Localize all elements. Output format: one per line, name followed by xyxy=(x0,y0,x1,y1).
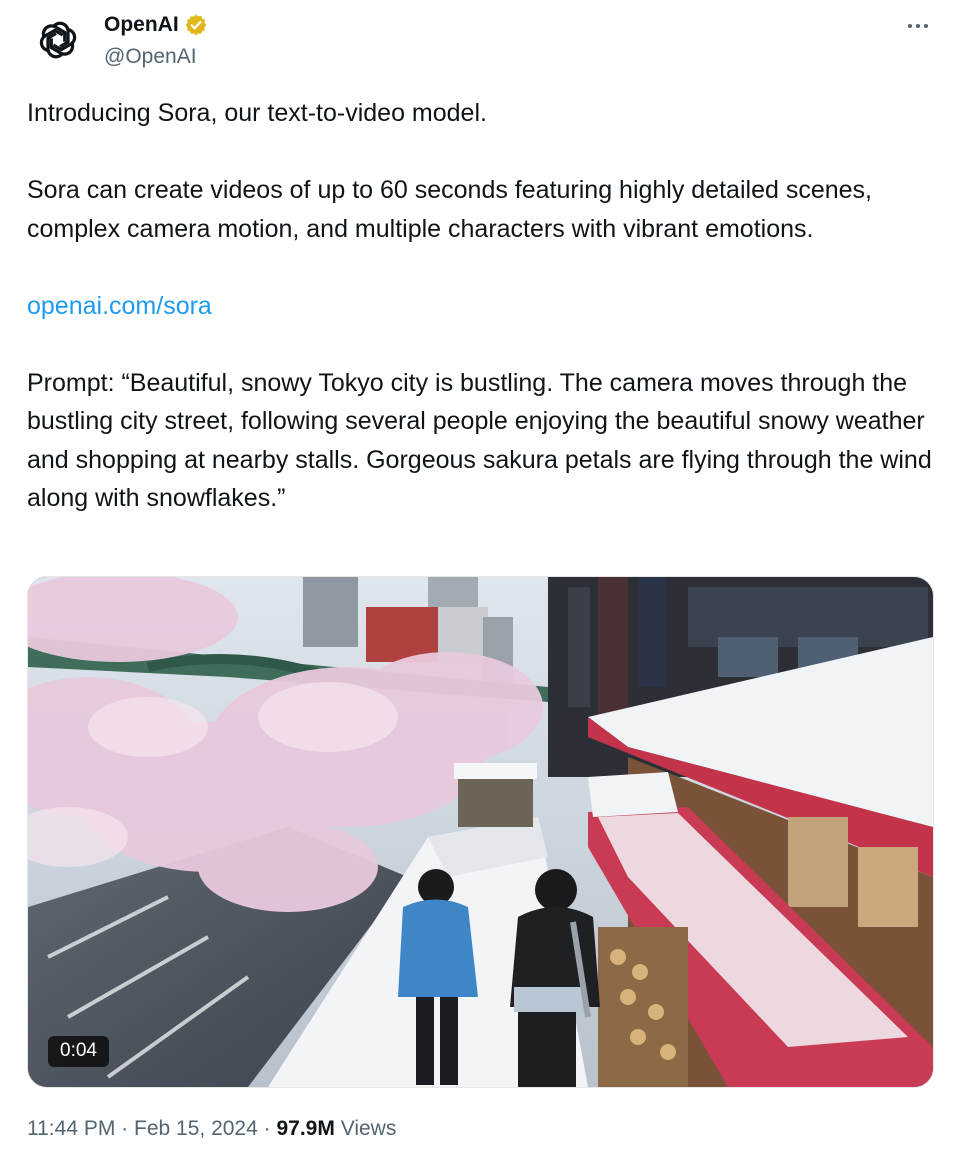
video-duration-badge: 0:04 xyxy=(48,1036,109,1067)
tweet-intro-line: Introducing Sora, our text-to-video mode… xyxy=(27,99,487,127)
more-options-button[interactable] xyxy=(898,10,938,42)
views-label: Views xyxy=(340,1117,397,1140)
tweet-text: Introducing Sora, our text-to-video mode… xyxy=(27,94,932,518)
author-name-row: OpenAI xyxy=(104,12,208,38)
meta-separator: · xyxy=(263,1117,271,1140)
video-player[interactable]: 0:04 xyxy=(27,576,934,1088)
tweet-description: Sora can create videos of up to 60 secon… xyxy=(27,176,872,243)
tweet-card: OpenAI @OpenAI Introducing Sora, our tex… xyxy=(0,0,960,1166)
more-horizontal-icon xyxy=(906,24,930,28)
openai-logo-icon xyxy=(39,21,77,59)
sora-link[interactable]: openai.com/sora xyxy=(27,292,212,320)
avatar[interactable] xyxy=(26,8,90,72)
video-frame xyxy=(28,577,933,1087)
author-display-name[interactable]: OpenAI xyxy=(104,12,179,38)
tweet-meta: 11:44 PM · Feb 15, 2024 · 97.9M Views xyxy=(27,1114,396,1144)
meta-separator: · xyxy=(121,1117,129,1140)
tweet-prompt: Prompt: “Beautiful, snowy Tokyo city is … xyxy=(27,368,932,513)
tweet-time[interactable]: 11:44 PM xyxy=(27,1117,115,1140)
author-handle[interactable]: @OpenAI xyxy=(104,44,197,70)
views-count[interactable]: 97.9M xyxy=(276,1117,334,1140)
verified-badge-icon[interactable] xyxy=(184,13,208,37)
tweet-date[interactable]: Feb 15, 2024 xyxy=(134,1117,258,1140)
